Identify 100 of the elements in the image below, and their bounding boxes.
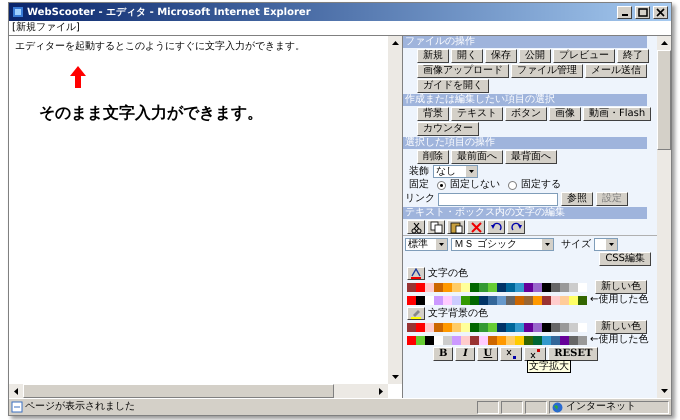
color-swatch[interactable]	[578, 282, 587, 292]
color-swatch[interactable]	[533, 296, 542, 304]
color-swatch[interactable]	[524, 282, 533, 292]
color-swatch[interactable]	[506, 282, 515, 292]
close-button[interactable]	[653, 6, 668, 18]
button[interactable]: RESET	[548, 347, 598, 361]
color-swatch[interactable]	[479, 282, 488, 292]
color-swatch[interactable]	[479, 322, 488, 332]
color-swatch[interactable]	[434, 282, 443, 292]
color-swatch[interactable]	[560, 336, 569, 344]
button[interactable]: CSS編集	[599, 252, 651, 266]
color-swatch[interactable]	[443, 296, 452, 304]
minimize-button[interactable]	[617, 6, 632, 18]
color-swatch[interactable]	[542, 322, 551, 332]
button[interactable]: B	[433, 347, 454, 361]
color-swatch[interactable]	[452, 296, 461, 304]
button[interactable]: 公開	[519, 49, 551, 63]
button[interactable]: ボタン	[505, 107, 547, 121]
color-swatch[interactable]	[425, 336, 434, 344]
button[interactable]: メール送信	[585, 64, 647, 78]
color-swatch[interactable]	[434, 296, 443, 304]
link-input-field[interactable]	[438, 192, 558, 206]
dropdown[interactable]: ＭＳ ゴシック	[451, 238, 554, 251]
toolbar-button[interactable]	[467, 220, 485, 234]
button[interactable]: 参照	[561, 192, 593, 206]
color-swatch[interactable]	[479, 336, 488, 344]
dropdown[interactable]: なし	[433, 165, 478, 178]
color-swatch[interactable]	[515, 336, 524, 344]
color-swatch[interactable]	[443, 322, 452, 332]
scrollbar-thumb[interactable]	[23, 384, 334, 398]
color-swatch[interactable]	[434, 336, 443, 344]
radio-button[interactable]	[437, 180, 446, 190]
color-swatch[interactable]	[551, 322, 560, 332]
toolbar-button[interactable]	[427, 220, 445, 234]
button[interactable]: 新規	[417, 49, 449, 63]
color-swatch[interactable]	[461, 282, 470, 292]
color-swatch[interactable]	[452, 282, 461, 292]
color-swatch[interactable]	[470, 336, 479, 344]
color-swatch[interactable]	[578, 336, 587, 344]
color-swatch[interactable]	[425, 296, 434, 304]
button[interactable]: カウンター	[417, 122, 479, 136]
button[interactable]: 終了	[617, 49, 649, 63]
toolbar-button[interactable]	[524, 347, 546, 361]
scrollbar[interactable]	[388, 36, 402, 384]
color-swatch[interactable]	[407, 336, 416, 344]
color-swatch[interactable]	[434, 322, 443, 332]
dropdown[interactable]: 標準	[405, 238, 448, 251]
button[interactable]: プレビュー	[553, 49, 615, 63]
scrollbar[interactable]	[9, 384, 388, 398]
color-swatch[interactable]	[497, 336, 506, 344]
color-swatch[interactable]	[416, 296, 425, 304]
button[interactable]: ファイル管理	[511, 64, 583, 78]
color-swatch[interactable]	[425, 282, 434, 292]
button[interactable]: 開く	[451, 49, 483, 63]
color-swatch[interactable]	[452, 336, 461, 344]
color-swatch[interactable]	[461, 322, 470, 332]
color-swatch[interactable]	[479, 296, 488, 304]
button[interactable]: テキスト	[451, 107, 503, 121]
color-swatch[interactable]	[407, 296, 416, 304]
button[interactable]: U	[477, 347, 498, 361]
color-swatch[interactable]	[524, 296, 533, 304]
button[interactable]: I	[455, 347, 476, 361]
toolbar-button[interactable]	[500, 347, 522, 361]
color-swatch[interactable]	[497, 282, 506, 292]
color-swatch[interactable]	[425, 322, 434, 332]
color-swatch[interactable]	[551, 336, 560, 344]
button[interactable]: 削除	[417, 150, 449, 164]
color-swatch[interactable]	[470, 322, 479, 332]
color-swatch[interactable]	[542, 336, 551, 344]
color-swatch[interactable]	[524, 322, 533, 332]
radio-button[interactable]	[508, 180, 517, 190]
color-swatch[interactable]	[551, 282, 560, 292]
color-swatch[interactable]	[506, 336, 515, 344]
color-swatch[interactable]	[515, 322, 524, 332]
color-swatch[interactable]	[416, 322, 425, 332]
color-swatch[interactable]	[443, 282, 452, 292]
color-swatch[interactable]	[452, 322, 461, 332]
color-swatch[interactable]	[497, 322, 506, 332]
maximize-button[interactable]	[635, 6, 650, 18]
color-swatch[interactable]	[416, 336, 425, 344]
button[interactable]: 新しい色	[595, 280, 647, 294]
button[interactable]: 保存	[485, 49, 517, 63]
color-swatch[interactable]	[416, 282, 425, 292]
color-swatch[interactable]	[506, 296, 515, 304]
button[interactable]: 新しい色	[595, 320, 647, 334]
color-swatch[interactable]	[533, 322, 542, 332]
scrollbar-thumb[interactable]	[657, 50, 671, 150]
color-swatch[interactable]	[578, 322, 587, 332]
color-swatch[interactable]	[488, 282, 497, 292]
button[interactable]: 背景	[417, 107, 449, 121]
color-swatch[interactable]	[569, 282, 578, 292]
color-swatch[interactable]	[560, 296, 569, 304]
button[interactable]: 最前面へ	[451, 150, 503, 164]
color-swatch[interactable]	[470, 296, 479, 304]
color-swatch[interactable]	[515, 296, 524, 304]
color-swatch[interactable]	[488, 322, 497, 332]
color-swatch[interactable]	[578, 296, 587, 304]
color-swatch[interactable]	[443, 336, 452, 344]
color-swatch[interactable]	[515, 282, 524, 292]
color-swatch[interactable]	[560, 322, 569, 332]
